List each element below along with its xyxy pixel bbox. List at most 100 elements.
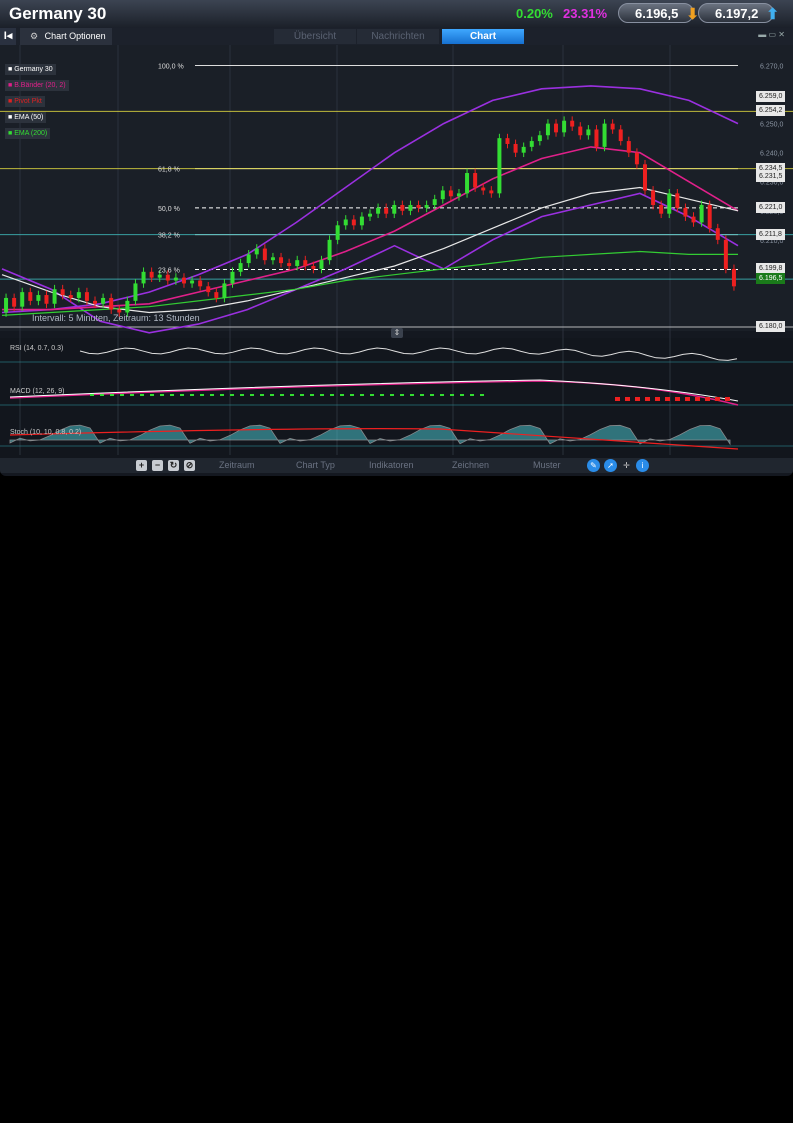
candle-body	[691, 216, 696, 223]
macd-histogram-bar	[200, 394, 204, 396]
legend-item[interactable]: ■ EMA (50)	[5, 112, 47, 123]
reset-button[interactable]: ⊘	[184, 460, 195, 471]
zoom-out-button[interactable]: −	[152, 460, 163, 471]
candle-body	[133, 283, 138, 301]
candle-body	[173, 277, 178, 281]
macd-histogram-bar	[655, 397, 660, 401]
candle-body	[448, 190, 453, 197]
legend-item[interactable]: ■ EMA (200)	[5, 128, 51, 139]
candle-body	[28, 292, 33, 301]
stoch-label: Stoch (10, 10, 0.8, 0.2)	[10, 429, 81, 436]
collapse-panel-icon[interactable]: I◂	[0, 28, 16, 45]
macd-histogram-bar	[625, 397, 630, 401]
macd-histogram-bar	[440, 394, 444, 396]
macd-histogram-bar	[480, 394, 484, 396]
window-controls[interactable]: ▬ ▭ ✕	[758, 30, 785, 39]
macd-histogram-bar	[350, 394, 354, 396]
price-tag: 6.231,5	[756, 171, 786, 183]
candle-body	[262, 248, 267, 261]
macd-histogram-bar	[450, 394, 454, 396]
zoom-in-button[interactable]: +	[136, 460, 147, 471]
candle-body	[287, 263, 292, 266]
candle-body	[270, 257, 275, 261]
candle-body	[190, 280, 195, 284]
macd-histogram-bar	[685, 397, 690, 401]
macd-histogram-bar	[695, 397, 700, 401]
candle-body	[408, 204, 413, 211]
price-tag: 6.180,0	[756, 321, 786, 332]
legend-item[interactable]: ■ Germany 30	[5, 64, 56, 75]
candle-body	[149, 271, 154, 278]
tab-chart[interactable]: Chart	[442, 29, 524, 44]
candle-body	[594, 129, 599, 147]
price-tag: 6.254,2	[756, 105, 786, 117]
buy-price-button[interactable]: 6.197,2 ⬆	[698, 3, 779, 23]
candle-body	[303, 260, 308, 266]
info-icon[interactable]: i	[636, 459, 649, 472]
volatility-percent: 23.31%	[563, 6, 608, 21]
candle-body	[432, 199, 437, 205]
candle-body	[44, 295, 49, 304]
price-chart[interactable]: 17:5510:5519:5520:5510 Jan06:5509:556.27…	[0, 45, 793, 458]
macd-histogram-bar	[705, 397, 710, 401]
menu-timeframe[interactable]: Zeitraum	[219, 458, 255, 473]
legend-item[interactable]: ■ B.Bänder (20, 2)	[5, 80, 69, 91]
candle-body	[675, 193, 680, 208]
macd-histogram-bar	[290, 394, 294, 396]
macd-histogram-bar	[250, 394, 254, 396]
fib-level-label: 61,8 %	[158, 167, 180, 174]
price-axis-label: 6.240,0	[760, 151, 783, 158]
arrow-tool-icon[interactable]: ➚	[604, 459, 617, 472]
candle-body	[125, 300, 130, 313]
candle-body	[351, 219, 356, 226]
tab-news[interactable]: Nachrichten	[357, 29, 439, 44]
candle-body	[327, 239, 332, 261]
menu-draw[interactable]: Zeichnen	[452, 458, 489, 473]
menu-chart-type[interactable]: Chart Typ	[296, 458, 335, 473]
sell-price-button[interactable]: 6.196,5 ⬇	[618, 3, 699, 23]
tab-overview[interactable]: Übersicht	[274, 29, 356, 44]
macd-histogram-bar	[90, 394, 94, 396]
candle-body	[343, 219, 348, 226]
candle-body	[4, 297, 9, 313]
price-tag: 6.259,0	[756, 91, 786, 103]
menu-indicators[interactable]: Indikatoren	[369, 458, 414, 473]
candle-body	[141, 271, 146, 284]
chart-options-button[interactable]: ⚙ Chart Optionen	[20, 28, 112, 45]
candle-body	[618, 129, 623, 142]
candle-body	[68, 295, 73, 298]
legend-item[interactable]: ■ Pivot Pkt	[5, 96, 45, 107]
macd-histogram-bar	[400, 394, 404, 396]
rsi-label: RSI (14, 0.7, 0.3)	[10, 345, 63, 352]
change-percent: 0.20%	[516, 6, 553, 21]
candle-body	[222, 283, 227, 298]
macd-histogram-bar	[635, 397, 640, 401]
macd-histogram-bar	[370, 394, 374, 396]
fib-level-label: 100,0 %	[158, 64, 184, 71]
macd-histogram-bar	[360, 394, 364, 396]
macd-histogram-bar	[240, 394, 244, 396]
legend-label: EMA (200)	[14, 130, 48, 137]
candle-body	[723, 239, 728, 269]
candle-body	[497, 138, 502, 194]
candle-body	[392, 204, 397, 214]
candle-body	[335, 225, 340, 240]
candle-body	[473, 173, 478, 188]
panel-resize-handle[interactable]: ⇕	[391, 328, 403, 338]
macd-histogram-bar	[140, 394, 144, 396]
candle-body	[537, 135, 542, 142]
crosshair-icon[interactable]: ✛	[620, 459, 633, 472]
menu-patterns[interactable]: Muster	[533, 458, 561, 473]
macd-histogram-bar	[220, 394, 224, 396]
candle-body	[181, 277, 186, 284]
refresh-button[interactable]: ↻	[168, 460, 179, 471]
legend-label: EMA (50)	[14, 114, 44, 121]
candle-body	[465, 173, 470, 194]
candle-body	[626, 141, 631, 153]
macd-histogram-bar	[320, 394, 324, 396]
candle-body	[481, 187, 486, 191]
macd-histogram-bar	[110, 394, 114, 396]
price-axis-label: 6.270,0	[760, 64, 783, 71]
pen-icon[interactable]: ✎	[587, 459, 600, 472]
fib-level-label: 50,0 %	[158, 206, 180, 213]
